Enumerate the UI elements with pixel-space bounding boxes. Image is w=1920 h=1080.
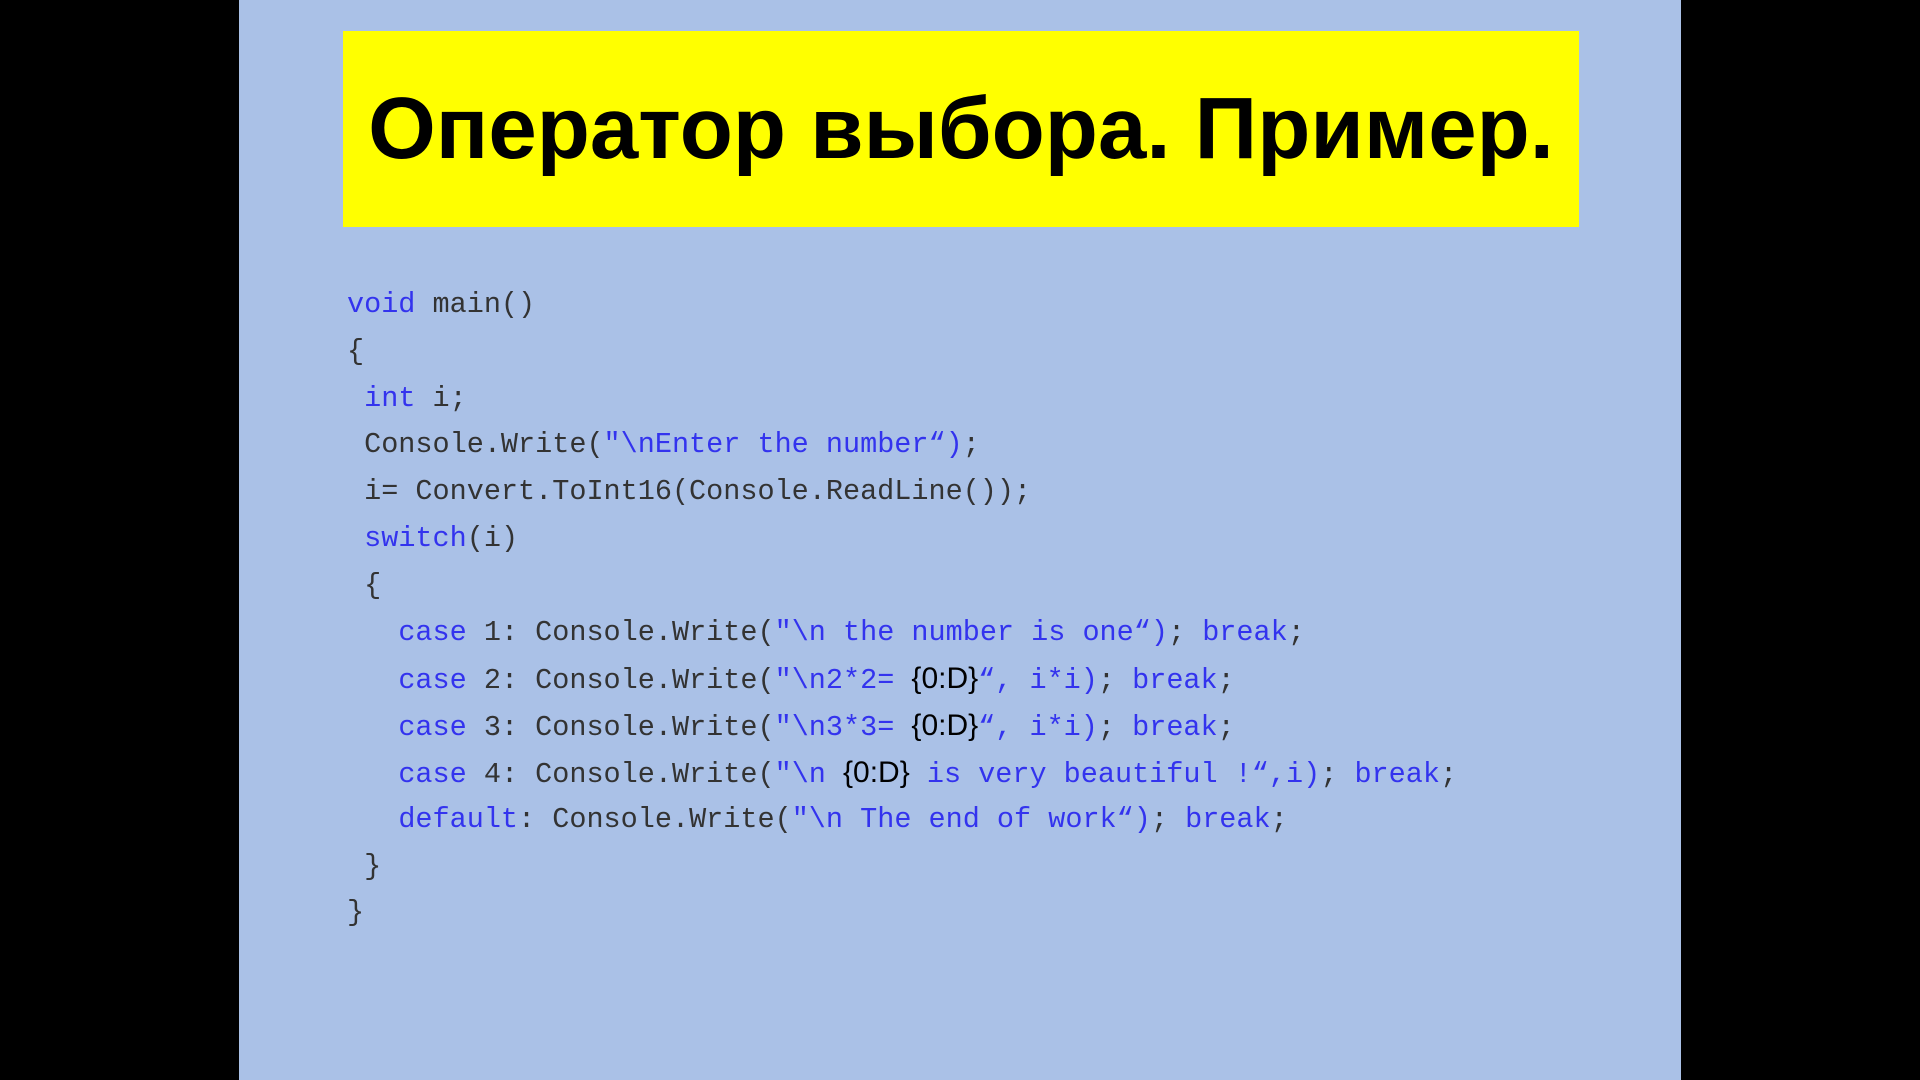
code-string: "\n — [774, 757, 844, 791]
code-line: case 3: Console.Write("\n3*3= {0:D}“, i*… — [347, 703, 1457, 750]
code-text: ; — [1270, 802, 1288, 836]
code-keyword: case — [398, 664, 467, 698]
code-text: 3: Console.Write( — [466, 711, 775, 745]
title-banner: Оператор выбора. Пример. — [343, 31, 1579, 227]
code-keyword: void — [347, 288, 416, 321]
code-keyword: default — [398, 802, 519, 836]
code-keyword: break — [1132, 664, 1218, 698]
code-line: int i; — [347, 376, 1457, 423]
code-format-spec: {0:D} — [911, 662, 979, 696]
code-text: ; — [1217, 711, 1235, 745]
code-string: “, i*i) — [978, 711, 1098, 745]
code-string: "\n2*2= — [774, 664, 912, 698]
code-line: void main() — [347, 282, 1457, 329]
code-text: 4: Console.Write( — [466, 757, 775, 791]
code-text: ; — [1167, 615, 1203, 649]
code-text: i; — [415, 381, 467, 415]
code-text: ; — [1287, 615, 1305, 649]
code-line: default: Console.Write("\n The end of wo… — [347, 797, 1457, 844]
code-keyword: case — [398, 615, 467, 649]
code-text: ; — [1320, 757, 1355, 791]
code-text: : Console.Write( — [518, 802, 792, 836]
code-keyword: int — [364, 381, 416, 415]
code-block: void main() { int i; Console.Write("\nEnt… — [347, 282, 1457, 937]
slide: Оператор выбора. Пример. void main() { in… — [239, 0, 1681, 1080]
code-text: ; — [1097, 711, 1133, 745]
code-text: ; — [962, 428, 980, 462]
code-line: switch(i) — [347, 516, 1457, 563]
code-line: } — [347, 890, 1457, 937]
code-string: is very beautiful !“,i) — [909, 757, 1321, 791]
code-line: { — [347, 563, 1457, 610]
code-keyword: case — [398, 757, 467, 791]
code-line: Console.Write("\nEnter the number“); — [347, 422, 1457, 469]
code-format-spec: {0:D} — [843, 755, 910, 789]
code-keyword: break — [1132, 711, 1218, 745]
code-keyword: break — [1202, 615, 1288, 649]
code-keyword: case — [398, 711, 467, 745]
code-text: 1: Console.Write( — [466, 615, 775, 649]
slide-title: Оператор выбора. Пример. — [368, 80, 1554, 177]
code-line: } — [347, 844, 1457, 891]
code-keyword: switch — [364, 521, 467, 555]
code-line: case 1: Console.Write("\n the number is … — [347, 610, 1457, 657]
slide-viewer: Оператор выбора. Пример. void main() { in… — [0, 0, 1920, 1080]
code-text: ; — [1150, 802, 1186, 836]
code-text: ; — [1097, 664, 1133, 698]
code-format-spec: {0:D} — [911, 709, 979, 743]
code-text: ; — [1439, 757, 1458, 791]
code-text: 2: Console.Write( — [466, 664, 775, 698]
code-keyword: break — [1354, 757, 1440, 791]
code-text: (i) — [466, 521, 519, 555]
code-string: "\n The end of work“) — [791, 802, 1151, 836]
code-string: “, i*i) — [978, 664, 1098, 698]
code-line: i= Convert.ToInt16(Console.ReadLine()); — [347, 469, 1457, 516]
code-string: "\nEnter the number“) — [603, 428, 963, 462]
code-text: Console.Write( — [347, 428, 604, 462]
code-line: case 2: Console.Write("\n2*2= {0:D}“, i*… — [347, 656, 1457, 703]
code-string: "\n the number is one“) — [774, 615, 1168, 649]
code-text: { — [347, 568, 382, 602]
code-text: ; — [1217, 664, 1235, 698]
code-keyword: break — [1185, 802, 1271, 836]
code-text: { — [347, 334, 365, 368]
code-line: case 4: Console.Write("\n {0:D} is very … — [347, 750, 1457, 797]
code-text: } — [347, 896, 365, 930]
code-text: main() — [415, 288, 536, 321]
code-line: { — [347, 329, 1457, 376]
code-string: "\n3*3= — [774, 711, 912, 745]
code-text: } — [347, 849, 382, 883]
code-text: i= Convert.ToInt16(Console.ReadLine()); — [347, 475, 1032, 509]
